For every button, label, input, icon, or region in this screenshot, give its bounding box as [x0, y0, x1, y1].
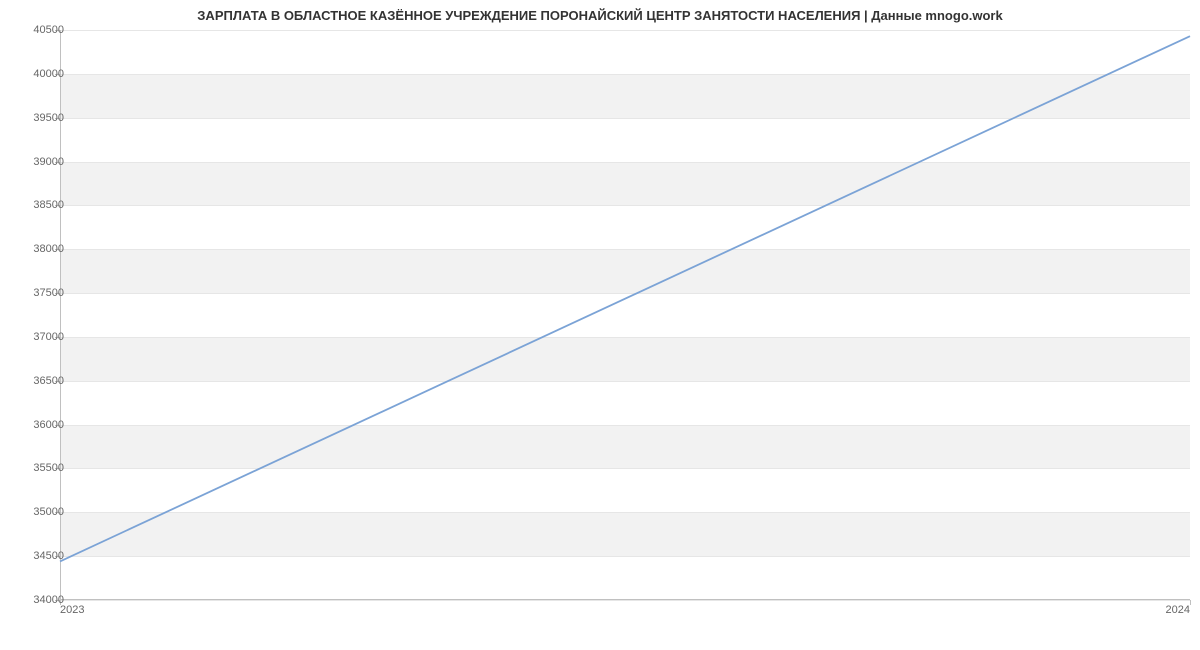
- y-tick-label: 37500: [14, 287, 64, 299]
- y-tick-label: 40500: [14, 24, 64, 36]
- x-tick-mark: [1190, 600, 1191, 605]
- y-gridline: [60, 600, 1190, 601]
- y-tick-label: 34000: [14, 594, 64, 606]
- chart-title: ЗАРПЛАТА В ОБЛАСТНОЕ КАЗЁННОЕ УЧРЕЖДЕНИЕ…: [0, 8, 1200, 23]
- y-tick-label: 38000: [14, 243, 64, 255]
- y-tick-label: 36500: [14, 375, 64, 387]
- y-tick-label: 38500: [14, 199, 64, 211]
- y-tick-label: 34500: [14, 550, 64, 562]
- chart-plot-area: [60, 30, 1190, 600]
- y-tick-label: 37000: [14, 331, 64, 343]
- x-tick-label: 2023: [60, 604, 84, 616]
- data-line: [60, 30, 1190, 600]
- y-tick-label: 36000: [14, 419, 64, 431]
- y-tick-label: 35500: [14, 462, 64, 474]
- y-tick-label: 39500: [14, 112, 64, 124]
- y-tick-label: 39000: [14, 156, 64, 168]
- x-tick-label: 2024: [1166, 604, 1190, 616]
- y-tick-label: 35000: [14, 506, 64, 518]
- y-tick-label: 40000: [14, 68, 64, 80]
